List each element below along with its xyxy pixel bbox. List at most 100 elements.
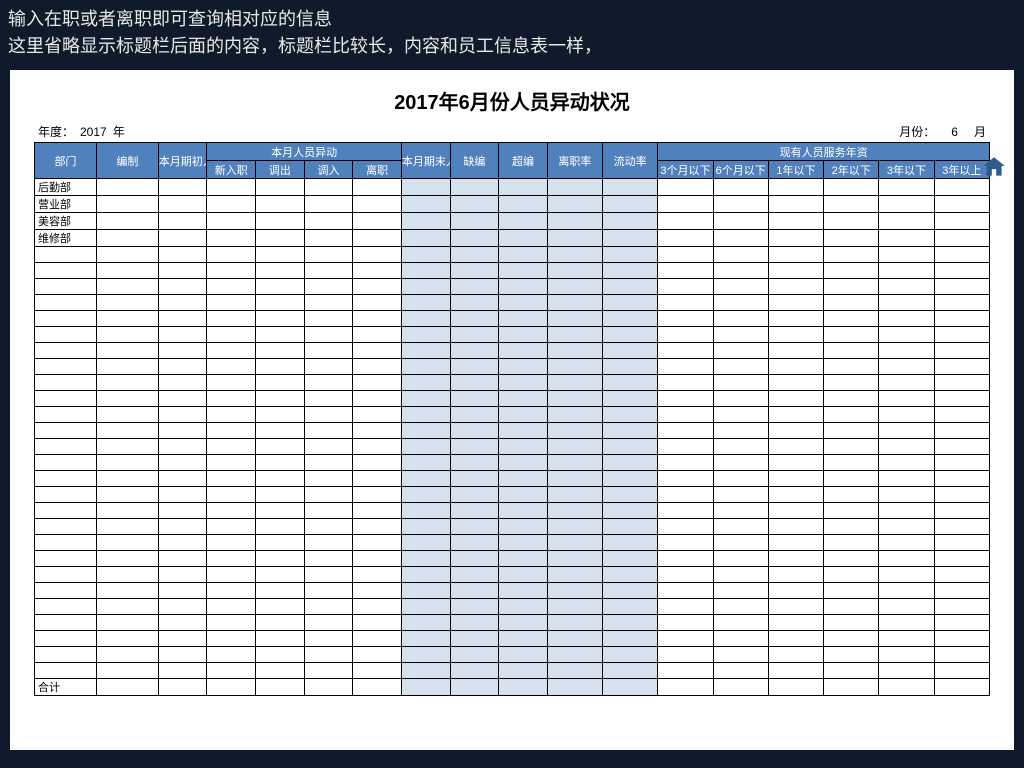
- cell[interactable]: [658, 583, 713, 599]
- cell[interactable]: [768, 196, 823, 213]
- cell[interactable]: [401, 230, 450, 247]
- cell[interactable]: [35, 247, 97, 263]
- cell[interactable]: [96, 663, 158, 679]
- cell[interactable]: [603, 375, 658, 391]
- cell[interactable]: [96, 519, 158, 535]
- cell[interactable]: [713, 391, 768, 407]
- cell[interactable]: [207, 599, 256, 615]
- cell[interactable]: [658, 247, 713, 263]
- cell[interactable]: [256, 359, 305, 375]
- cell[interactable]: [603, 615, 658, 631]
- cell[interactable]: [658, 407, 713, 423]
- cell[interactable]: [713, 583, 768, 599]
- cell[interactable]: [879, 179, 934, 196]
- cell[interactable]: [658, 311, 713, 327]
- cell[interactable]: [158, 375, 207, 391]
- cell[interactable]: [207, 503, 256, 519]
- cell[interactable]: [256, 439, 305, 455]
- cell[interactable]: [934, 247, 989, 263]
- cell[interactable]: [353, 295, 402, 311]
- cell[interactable]: [450, 679, 499, 696]
- cell[interactable]: [824, 455, 879, 471]
- cell[interactable]: [256, 583, 305, 599]
- cell[interactable]: [158, 179, 207, 196]
- cell[interactable]: [768, 213, 823, 230]
- cell[interactable]: [879, 599, 934, 615]
- cell[interactable]: [207, 213, 256, 230]
- cell[interactable]: [713, 439, 768, 455]
- cell[interactable]: [450, 407, 499, 423]
- cell[interactable]: [603, 455, 658, 471]
- cell[interactable]: [96, 647, 158, 663]
- cell[interactable]: [207, 631, 256, 647]
- cell[interactable]: [304, 311, 353, 327]
- cell[interactable]: [35, 279, 97, 295]
- cell[interactable]: [824, 471, 879, 487]
- cell[interactable]: [547, 535, 602, 551]
- cell[interactable]: [353, 230, 402, 247]
- cell[interactable]: [934, 295, 989, 311]
- cell[interactable]: [603, 407, 658, 423]
- cell[interactable]: [658, 343, 713, 359]
- cell[interactable]: [304, 179, 353, 196]
- cell[interactable]: 维修部: [35, 230, 97, 247]
- cell[interactable]: [768, 391, 823, 407]
- cell[interactable]: [353, 599, 402, 615]
- cell[interactable]: [450, 615, 499, 631]
- cell[interactable]: [304, 647, 353, 663]
- cell[interactable]: [35, 311, 97, 327]
- cell[interactable]: [713, 631, 768, 647]
- cell[interactable]: [158, 279, 207, 295]
- cell[interactable]: [499, 471, 548, 487]
- cell[interactable]: [934, 439, 989, 455]
- cell[interactable]: [450, 567, 499, 583]
- cell[interactable]: [401, 679, 450, 696]
- cell[interactable]: [499, 663, 548, 679]
- cell[interactable]: [879, 343, 934, 359]
- cell[interactable]: [658, 196, 713, 213]
- cell[interactable]: [768, 279, 823, 295]
- cell[interactable]: [499, 311, 548, 327]
- cell[interactable]: [499, 583, 548, 599]
- cell[interactable]: [713, 551, 768, 567]
- cell[interactable]: [879, 551, 934, 567]
- cell[interactable]: [304, 535, 353, 551]
- cell[interactable]: [304, 230, 353, 247]
- cell[interactable]: [207, 327, 256, 343]
- cell[interactable]: [824, 247, 879, 263]
- cell[interactable]: [450, 503, 499, 519]
- cell[interactable]: [401, 519, 450, 535]
- cell[interactable]: [304, 439, 353, 455]
- cell[interactable]: [879, 679, 934, 696]
- cell[interactable]: [158, 647, 207, 663]
- cell[interactable]: [658, 391, 713, 407]
- cell[interactable]: [824, 375, 879, 391]
- cell[interactable]: [768, 471, 823, 487]
- cell[interactable]: [207, 679, 256, 696]
- cell[interactable]: [353, 439, 402, 455]
- cell[interactable]: [353, 551, 402, 567]
- cell[interactable]: [450, 343, 499, 359]
- cell[interactable]: [304, 583, 353, 599]
- cell[interactable]: [256, 455, 305, 471]
- cell[interactable]: [35, 439, 97, 455]
- cell[interactable]: [768, 455, 823, 471]
- cell[interactable]: [879, 391, 934, 407]
- cell[interactable]: [879, 615, 934, 631]
- cell[interactable]: [158, 407, 207, 423]
- cell[interactable]: [401, 455, 450, 471]
- cell[interactable]: [158, 327, 207, 343]
- cell[interactable]: [401, 213, 450, 230]
- cell[interactable]: [713, 247, 768, 263]
- cell[interactable]: [401, 503, 450, 519]
- cell[interactable]: [768, 230, 823, 247]
- cell[interactable]: [658, 663, 713, 679]
- cell[interactable]: [603, 503, 658, 519]
- cell[interactable]: [824, 391, 879, 407]
- cell[interactable]: [768, 179, 823, 196]
- cell[interactable]: [713, 487, 768, 503]
- cell[interactable]: [353, 519, 402, 535]
- cell[interactable]: [304, 327, 353, 343]
- cell[interactable]: [207, 247, 256, 263]
- cell[interactable]: [934, 407, 989, 423]
